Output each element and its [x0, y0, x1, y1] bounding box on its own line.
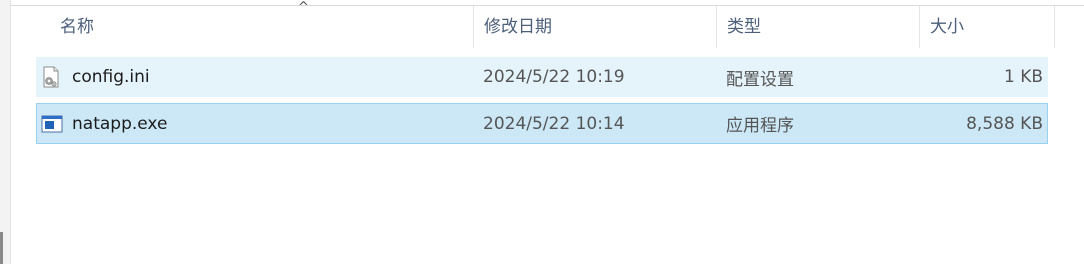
column-header-name-label: 名称 — [60, 17, 94, 37]
application-icon — [41, 115, 63, 133]
file-date-modified: 2024/5/22 10:19 — [483, 67, 625, 87]
column-header-type[interactable]: 类型 — [717, 6, 920, 48]
file-name: config.ini — [72, 67, 150, 87]
file-date-modified: 2024/5/22 10:14 — [483, 113, 625, 134]
sort-ascending-icon: ^ — [298, 0, 309, 15]
column-header-size-label: 大小 — [930, 17, 964, 37]
file-type: 应用程序 — [726, 116, 794, 136]
column-header-type-label: 类型 — [727, 17, 761, 37]
column-header-name[interactable]: 名称 ^ — [50, 0, 474, 48]
column-header-bar: 名称 ^ 修改日期 类型 大小 — [10, 0, 1084, 48]
settings-file-icon — [43, 66, 59, 88]
scrollbar-thumb[interactable] — [0, 232, 3, 264]
column-header-size[interactable]: 大小 — [920, 6, 1055, 48]
column-header-date-label: 修改日期 — [484, 17, 552, 37]
file-name: natapp.exe — [72, 113, 168, 134]
file-row-natapp-exe[interactable]: natapp.exe 2024/5/22 10:14 应用程序 8,588 KB — [36, 103, 1048, 144]
file-type: 配置设置 — [726, 69, 794, 90]
file-row-config-ini[interactable]: config.ini 2024/5/22 10:19 配置设置 1 KB — [36, 57, 1048, 97]
file-size: 1 KB — [1003, 67, 1043, 87]
column-header-date-modified[interactable]: 修改日期 — [474, 6, 717, 48]
file-size: 8,588 KB — [966, 113, 1043, 134]
